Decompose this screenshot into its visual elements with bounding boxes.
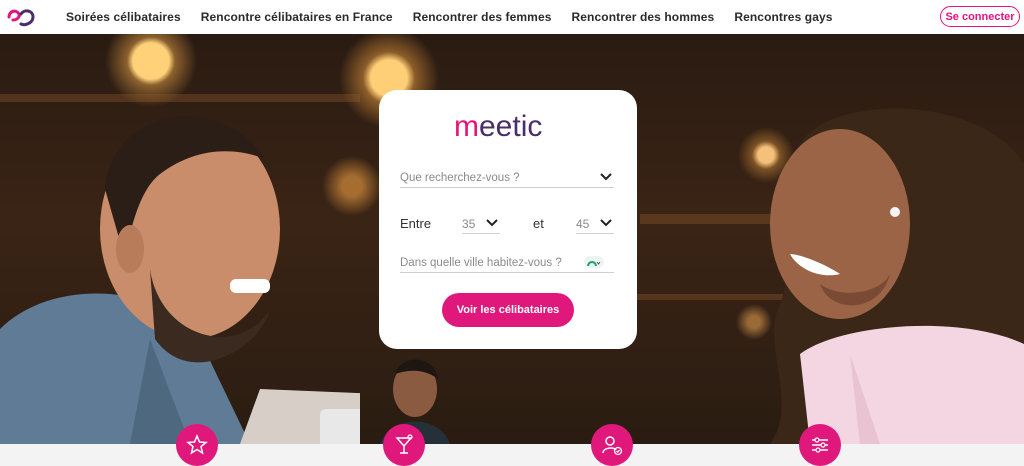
login-button[interactable]: Se connecter [940, 6, 1020, 27]
nav-rencontrer-hommes[interactable]: Rencontrer des hommes [572, 10, 715, 24]
svg-text:eetic: eetic [479, 110, 542, 143]
meetic-wordmark: m eetic [454, 110, 542, 143]
looking-for-placeholder: Que recherchez-vous ? [400, 171, 520, 184]
svg-text:m: m [454, 110, 479, 143]
filters-icon [799, 424, 841, 466]
city-input[interactable]: Dans quelle ville habitez-vous ? [400, 254, 614, 273]
nav-rencontre-france[interactable]: Rencontre célibataires en France [201, 10, 393, 24]
see-singles-button[interactable]: Voir les célibataires [442, 293, 574, 327]
man-illustration [0, 116, 360, 444]
nav-rencontrer-femmes[interactable]: Rencontrer des femmes [413, 10, 552, 24]
top-header: Soirées célibataires Rencontre célibatai… [0, 0, 1024, 34]
verified-user-icon [591, 424, 633, 466]
chevron-down-icon [486, 219, 498, 227]
age-max-value: 45 [576, 216, 590, 231]
location-icon[interactable] [584, 256, 604, 268]
search-card: m eetic meetic Que recherchez-vous ? Ent… [379, 90, 637, 349]
chevron-down-icon [600, 219, 612, 227]
meetic-logo-icon[interactable] [6, 6, 36, 28]
party-star-icon [176, 424, 218, 466]
chevron-down-icon [600, 173, 612, 181]
between-label: Entre [400, 216, 432, 231]
features-strip [0, 444, 1024, 466]
nav-rencontres-gays[interactable]: Rencontres gays [734, 10, 832, 24]
woman-illustration [770, 108, 1024, 444]
nav-soirees[interactable]: Soirées célibataires [66, 10, 181, 24]
age-max-select[interactable]: 45 [576, 214, 614, 234]
city-placeholder: Dans quelle ville habitez-vous ? [400, 257, 562, 269]
age-min-value: 35 [462, 216, 476, 231]
looking-for-select[interactable]: Que recherchez-vous ? [400, 168, 614, 188]
cocktail-icon [383, 424, 425, 466]
age-min-select[interactable]: 35 [462, 214, 500, 234]
and-label: et [533, 216, 544, 231]
main-nav: Soirées célibataires Rencontre célibatai… [66, 0, 853, 34]
